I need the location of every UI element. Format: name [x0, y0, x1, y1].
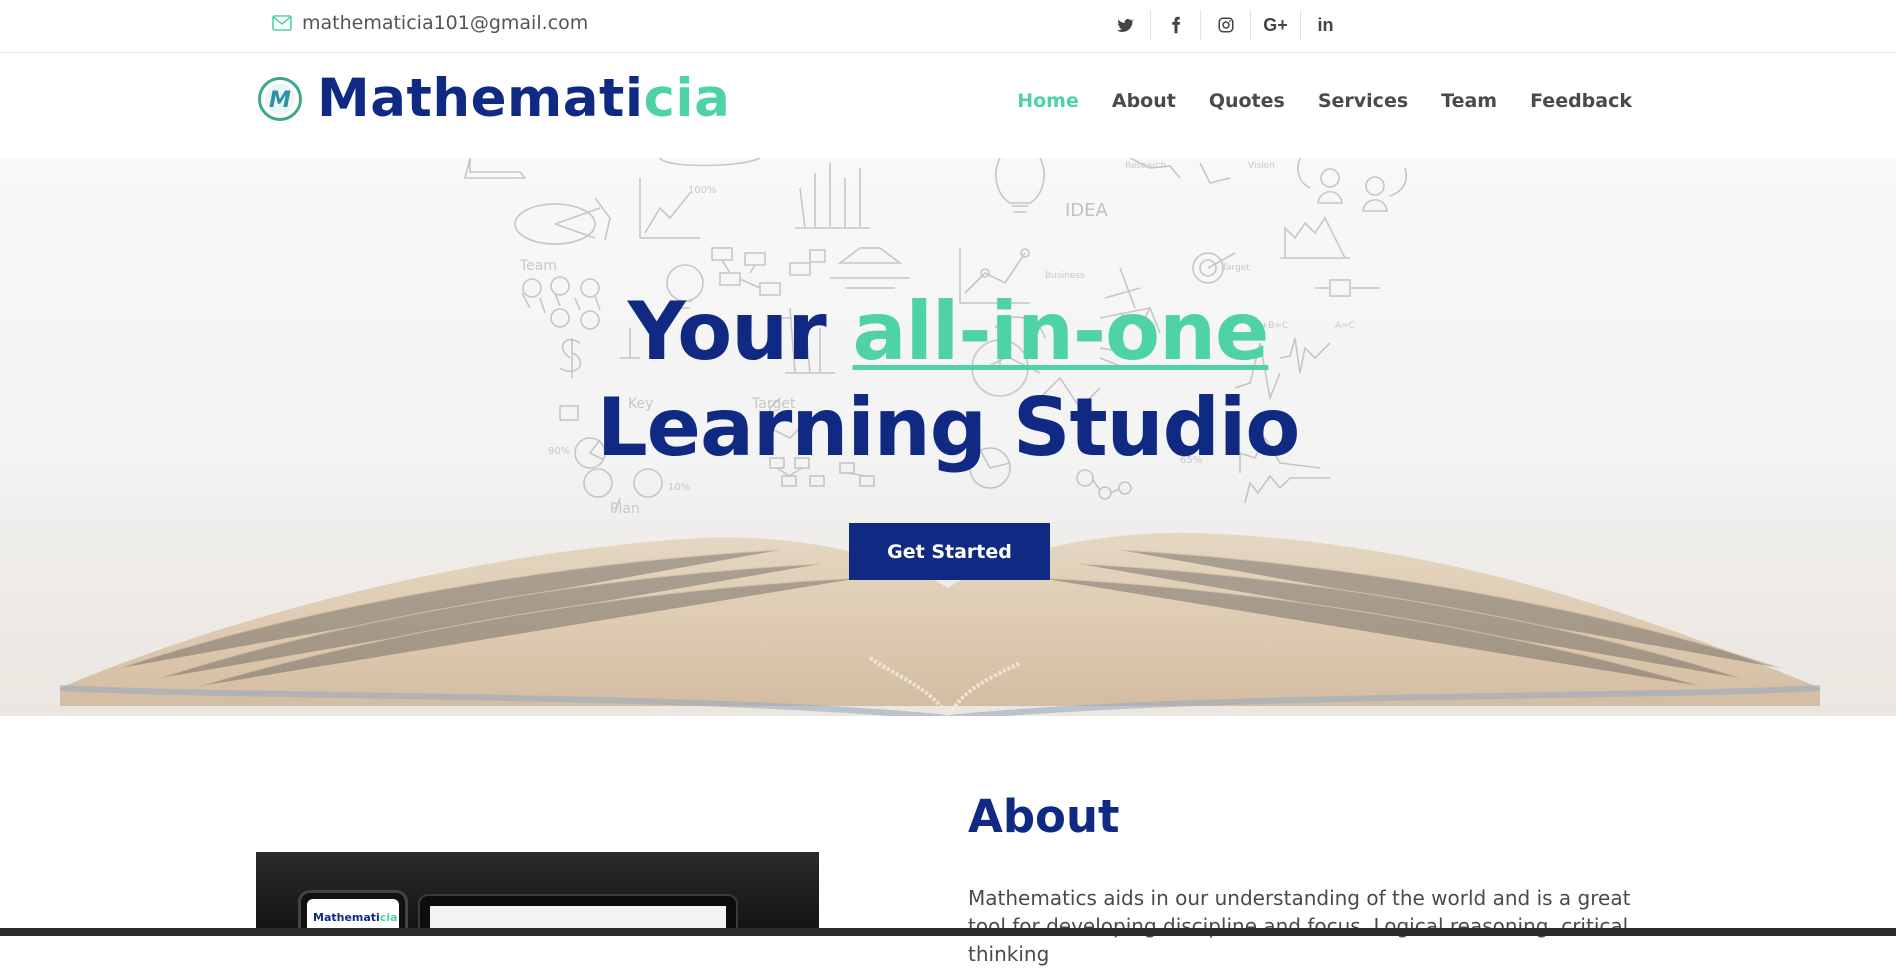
- nav-quotes[interactable]: Quotes: [1209, 90, 1285, 112]
- envelope-icon: [272, 15, 292, 31]
- linkedin-glyph: in: [1317, 14, 1334, 35]
- google-plus-icon[interactable]: G+: [1250, 10, 1300, 40]
- contact-email[interactable]: mathematicia101@gmail.com: [272, 12, 588, 34]
- top-bar: mathematicia101@gmail.com G+ in: [0, 0, 1896, 53]
- get-started-button[interactable]: Get Started: [849, 523, 1050, 580]
- nav-services[interactable]: Services: [1318, 90, 1408, 112]
- about-devices-image: Mathematicia: [256, 852, 819, 936]
- main-header: M Mathematicia Home About Quotes Service…: [0, 54, 1896, 158]
- device-brand-accent: cia: [379, 911, 398, 924]
- contact-email-text: mathematicia101@gmail.com: [302, 12, 589, 34]
- about-text: Mathematics aids in our understanding of…: [968, 886, 1631, 966]
- linkedin-icon[interactable]: in: [1300, 10, 1350, 40]
- nav-about[interactable]: About: [1112, 90, 1176, 112]
- svg-text:M: M: [269, 88, 291, 113]
- hero-title-highlight: all-in-one: [852, 285, 1270, 378]
- nav-team[interactable]: Team: [1441, 90, 1497, 112]
- site-logo[interactable]: M Mathematicia: [257, 68, 730, 129]
- nav-home[interactable]: Home: [1017, 90, 1079, 112]
- nav-feedback[interactable]: Feedback: [1530, 90, 1632, 112]
- hero-title-part1: Your: [627, 285, 827, 378]
- facebook-icon[interactable]: [1150, 10, 1200, 40]
- google-plus-glyph: G+: [1263, 14, 1288, 35]
- social-links: G+ in: [1100, 10, 1350, 40]
- bottom-edge-strip: [0, 928, 1896, 936]
- twitter-icon[interactable]: [1100, 10, 1150, 40]
- hero-title-line2: Learning Studio: [596, 381, 1301, 474]
- main-nav: Home About Quotes Services Team Feedback: [1017, 90, 1632, 112]
- hero-title-line1: Your all-in-one: [0, 284, 1896, 380]
- brand-name-accent: cia: [643, 68, 731, 129]
- brand-name-main: Mathemati: [317, 68, 644, 129]
- hero-section: IDEA Team Plan Target Key Research Visio…: [0, 158, 1896, 716]
- instagram-icon[interactable]: [1200, 10, 1250, 40]
- about-heading: About: [968, 790, 1120, 843]
- brand-name: Mathematicia: [317, 68, 730, 129]
- logo-mark-icon: M: [258, 76, 302, 121]
- device-brand-main: Mathemati: [313, 911, 380, 924]
